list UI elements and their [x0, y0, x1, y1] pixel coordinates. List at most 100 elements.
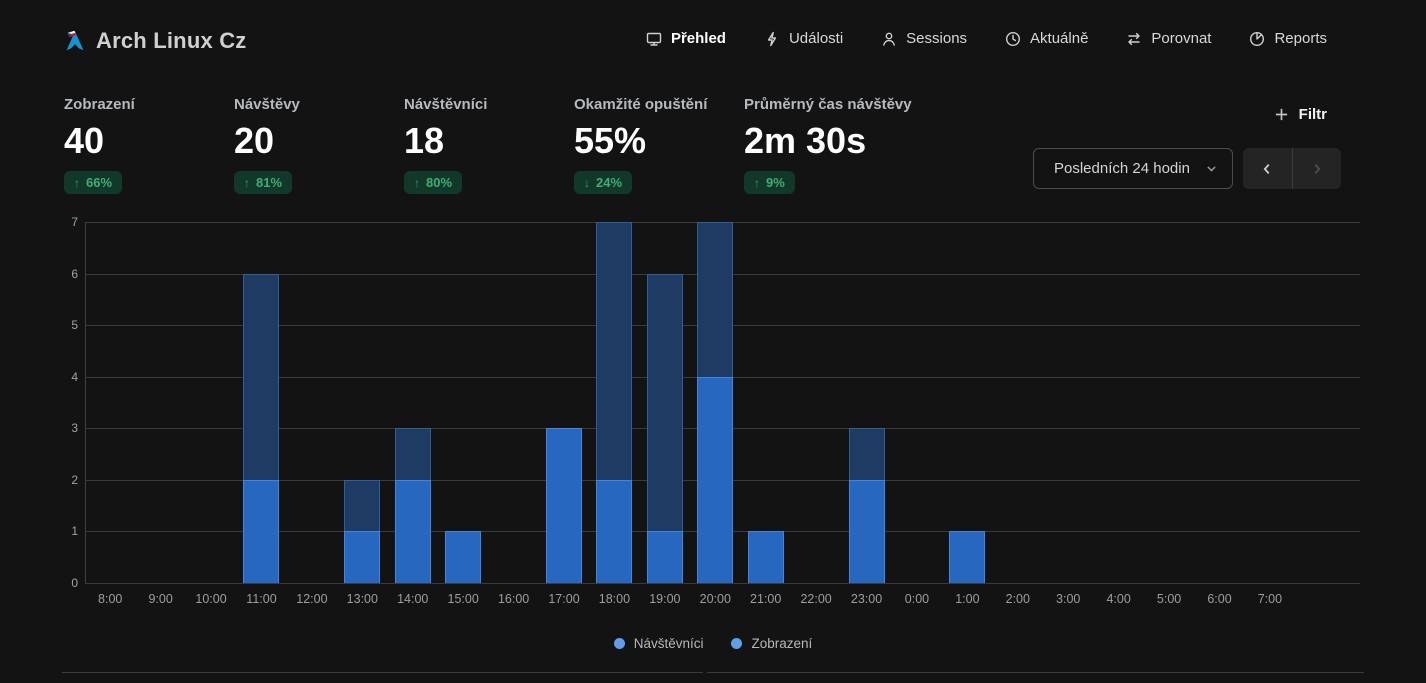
- bar-navstevnici-20:00[interactable]: [697, 377, 733, 583]
- nav-item-reports[interactable]: Reports: [1249, 30, 1327, 47]
- chart-x-axis: 8:009:0010:0011:0012:0013:0014:0015:0016…: [85, 592, 1295, 606]
- legend-label: Návštěvníci: [634, 636, 704, 651]
- user-icon: [881, 31, 897, 47]
- x-axis-tick-label: 16:00: [488, 592, 538, 606]
- chart-slot-17:00: [539, 222, 589, 583]
- metric-change-value: 81%: [256, 175, 282, 190]
- x-axis-tick-label: 12:00: [287, 592, 337, 606]
- bar-navstevnici-15:00[interactable]: [445, 531, 481, 583]
- metric-label: Okamžité opuštění: [574, 96, 707, 113]
- y-axis-tick-label: 4: [40, 369, 78, 385]
- prev-period-button[interactable]: [1243, 148, 1293, 189]
- arrow-up-icon: ↑: [244, 176, 250, 190]
- chart-slot-12:00: [287, 222, 337, 583]
- next-period-button[interactable]: [1293, 148, 1342, 189]
- metric-change-badge: ↑ 80%: [404, 171, 462, 194]
- chart-slot-9:00: [135, 222, 185, 583]
- arrow-up-icon: ↑: [74, 176, 80, 190]
- chart-slot-23:00: [841, 222, 891, 583]
- metric-value: 20: [234, 123, 300, 159]
- filter-button-label: Filtr: [1299, 106, 1327, 123]
- x-axis-tick-label: 1:00: [942, 592, 992, 606]
- chart-slot-1:00: [942, 222, 992, 583]
- clock-icon: [1005, 31, 1021, 47]
- arch-linux-logo-icon: [64, 30, 86, 52]
- metric-value: 40: [64, 123, 135, 159]
- legend-dot-icon: [614, 638, 625, 649]
- main-nav: Přehled Události Sessions Aktuálně Porovnat R…: [646, 30, 1327, 47]
- x-axis-tick-label: 14:00: [388, 592, 438, 606]
- chart-slot-4:00: [1093, 222, 1143, 583]
- x-axis-tick-label: 15:00: [438, 592, 488, 606]
- nav-item-aktualne[interactable]: Aktuálně: [1005, 30, 1088, 47]
- chart-bars: [85, 222, 1295, 583]
- metric-change-badge: ↑ 81%: [234, 171, 292, 194]
- bar-navstevnici-13:00[interactable]: [344, 531, 380, 583]
- bar-navstevnici-18:00[interactable]: [596, 480, 632, 583]
- x-axis-tick-label: 22:00: [791, 592, 841, 606]
- bar-navstevnici-14:00[interactable]: [395, 480, 431, 583]
- chevron-down-icon: [1205, 162, 1218, 175]
- bar-navstevnici-21:00[interactable]: [748, 531, 784, 583]
- x-axis-tick-label: 8:00: [85, 592, 135, 606]
- nav-item-prehled[interactable]: Přehled: [646, 30, 726, 47]
- metric-change-badge: ↑9%: [744, 171, 795, 194]
- metric-change-value: 80%: [426, 175, 452, 190]
- x-axis-tick-label: 2:00: [993, 592, 1043, 606]
- x-axis-tick-label: 21:00: [740, 592, 790, 606]
- metric-label: Návštěvy: [234, 96, 300, 113]
- metric-card: Návštěvy 20 ↑ 81%: [234, 96, 300, 194]
- bar-navstevnici-23:00[interactable]: [849, 480, 885, 583]
- chart-slot-13:00: [337, 222, 387, 583]
- legend-item-navstevnici[interactable]: Návštěvníci: [614, 636, 704, 651]
- metric-label: Návštěvníci: [404, 96, 487, 113]
- nav-item-label: Sessions: [906, 30, 967, 47]
- chart-slot-19:00: [640, 222, 690, 583]
- metric-card: Okamžité opuštění55%↓24%: [574, 96, 707, 194]
- chart-slot-0:00: [892, 222, 942, 583]
- bar-navstevnici-19:00[interactable]: [647, 531, 683, 583]
- x-axis-tick-label: 13:00: [337, 592, 387, 606]
- date-range-value: Posledních 24 hodin: [1054, 160, 1190, 177]
- arrow-up-icon: ↑: [414, 176, 420, 190]
- metric-card: Návštěvníci18↑80%: [404, 96, 487, 194]
- legend-item-zobrazeni[interactable]: Zobrazení: [731, 636, 812, 651]
- pager: [1243, 148, 1341, 189]
- nav-item-label: Reports: [1274, 30, 1327, 47]
- chevron-left-icon: [1260, 162, 1274, 176]
- nav-item-label: Přehled: [671, 30, 726, 47]
- site-title: Arch Linux Cz: [96, 28, 247, 54]
- add-filter-button[interactable]: Filtr: [1274, 106, 1327, 123]
- app-root: Arch Linux Cz Přehled Události Sessions Akt…: [0, 0, 1426, 683]
- x-axis-tick-label: 18:00: [589, 592, 639, 606]
- pie-chart-icon: [1249, 31, 1265, 47]
- nav-item-porovnat[interactable]: Porovnat: [1126, 30, 1211, 47]
- y-axis-tick-label: 3: [40, 420, 78, 436]
- arrow-down-icon: ↓: [584, 176, 590, 190]
- chart-slot-8:00: [85, 222, 135, 583]
- y-axis-tick-label: 1: [40, 523, 78, 539]
- bar-navstevnici-1:00[interactable]: [949, 531, 985, 583]
- panel-divider: [62, 672, 703, 673]
- nav-item-sessions[interactable]: Sessions: [881, 30, 967, 47]
- bar-navstevnici-17:00[interactable]: [546, 428, 582, 583]
- chart-slot-6:00: [1194, 222, 1244, 583]
- nav-item-label: Porovnat: [1151, 30, 1211, 47]
- chart-slot-21:00: [740, 222, 790, 583]
- chart-slot-18:00: [589, 222, 639, 583]
- bar-navstevnici-11:00[interactable]: [243, 480, 279, 583]
- brand: Arch Linux Cz: [64, 28, 247, 54]
- x-axis-tick-label: 23:00: [841, 592, 891, 606]
- chart-slot-7:00: [1245, 222, 1295, 583]
- panel-divider: [707, 672, 1364, 673]
- nav-item-udalosti[interactable]: Události: [764, 30, 843, 47]
- x-axis-tick-label: 20:00: [690, 592, 740, 606]
- x-axis-tick-label: 4:00: [1093, 592, 1143, 606]
- x-axis-tick-label: 6:00: [1194, 592, 1244, 606]
- metric-value: 55%: [574, 123, 707, 159]
- date-range-select[interactable]: Posledních 24 hodin: [1033, 148, 1233, 189]
- arrow-up-icon: ↑: [754, 176, 760, 190]
- monitor-icon: [646, 31, 662, 47]
- x-axis-tick-label: 17:00: [539, 592, 589, 606]
- x-axis-tick-label: 19:00: [640, 592, 690, 606]
